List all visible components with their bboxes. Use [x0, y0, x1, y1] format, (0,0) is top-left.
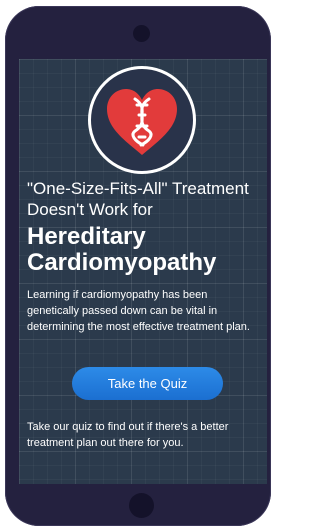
intro-paragraph: Learning if cardiomyopathy has been gene… [27, 289, 250, 333]
heart-dna-badge [88, 66, 196, 174]
quiz-invite-text: Take our quiz to find out if there's a b… [27, 421, 229, 449]
camera-dot [133, 25, 150, 42]
take-quiz-button[interactable]: Take the Quiz [72, 367, 223, 400]
headline-title: Hereditary Cardiomyopathy [27, 223, 217, 276]
phone-frame: "One-Size-Fits-All" Treatment Doesn't Wo… [5, 6, 271, 526]
heart-dna-icon [107, 89, 177, 155]
headline-subtitle: "One-Size-Fits-All" Treatment Doesn't Wo… [27, 179, 249, 219]
phone-screen: "One-Size-Fits-All" Treatment Doesn't Wo… [19, 59, 267, 484]
home-button[interactable] [129, 493, 154, 518]
